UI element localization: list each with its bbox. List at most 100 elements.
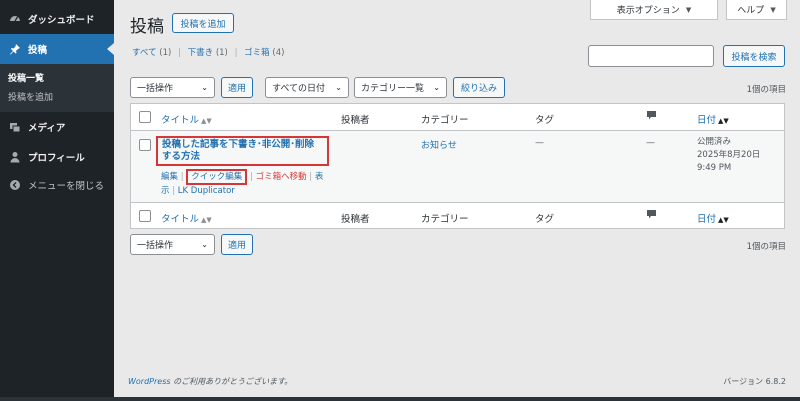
separator: | (234, 48, 238, 58)
tags-value: — (535, 138, 544, 148)
view-all-link[interactable]: すべて (132, 48, 157, 58)
column-category: カテゴリー (421, 115, 469, 126)
view-all-count: (1) (159, 48, 172, 58)
chevron-down-icon: ⌄ (433, 83, 440, 92)
sort-icon: ▲▼ (718, 117, 729, 125)
menu-media-label: メディア (28, 123, 66, 134)
wordpress-link[interactable]: WordPress (128, 377, 171, 386)
post-status: 公開済み (697, 137, 732, 147)
footer-thanks: WordPress のご利用ありがとうございます。 (128, 376, 292, 387)
table-row: 投稿した記事を下書き･非公開･削除する方法 編集 | クイック編集 | ゴミ箱へ… (131, 131, 784, 202)
chevron-down-icon: ⌄ (335, 83, 342, 92)
menu-media[interactable]: メディア (0, 112, 114, 142)
page-title: 投稿 (130, 17, 164, 37)
submenu-add-post[interactable]: 投稿を追加 (0, 87, 114, 106)
user-icon (8, 151, 21, 164)
category-filter-value: カテゴリー一覧 (361, 84, 425, 94)
category-filter-select[interactable]: カテゴリー一覧 ⌄ (354, 77, 447, 98)
bulk-action-value: 一括操作 (137, 241, 174, 251)
table-footer-row: タイトル ▲▼ 投稿者 カテゴリー タグ 日付 ▲▼ (131, 202, 784, 229)
view-trash-link[interactable]: ゴミ箱 (244, 48, 270, 58)
row-checkbox[interactable] (139, 139, 151, 151)
sort-icon: ▲▼ (201, 216, 212, 224)
help-label: ヘルプ (737, 6, 765, 16)
chevron-down-icon: ⌄ (201, 240, 208, 249)
column-date-footer[interactable]: 日付 ▲▼ (697, 211, 729, 225)
admin-sidebar: ダッシュボード 投稿 投稿一覧 投稿を追加 メディア プロフィール メニューを閉… (0, 0, 114, 397)
select-all-checkbox[interactable] (139, 111, 151, 123)
collapse-menu-label: メニューを閉じる (28, 181, 105, 192)
menu-posts[interactable]: 投稿 (0, 34, 114, 64)
date-filter-value: すべての日付 (272, 84, 326, 94)
items-count-bottom: 1個の項目 (746, 242, 786, 252)
posts-table: タイトル ▲▼ 投稿者 カテゴリー タグ 日付 ▲▼ 投稿した記事を下書き･非公開･… (130, 103, 785, 229)
column-category-footer: カテゴリー (421, 214, 469, 225)
sort-icon: ▲▼ (718, 216, 729, 224)
duplicator-link[interactable]: LK Duplicator (178, 186, 235, 196)
column-title[interactable]: タイトル ▲▼ (161, 112, 212, 126)
view-trash-count: (4) (272, 48, 285, 58)
add-new-post-button[interactable]: 投稿を追加 (172, 13, 234, 33)
search-posts-button[interactable]: 投稿を検索 (723, 45, 785, 67)
pushpin-icon (8, 43, 21, 56)
post-search-input[interactable] (588, 45, 714, 67)
bulk-action-select-bottom[interactable]: 一括操作 ⌄ (130, 234, 215, 255)
caret-down-icon: ▼ (770, 5, 776, 14)
column-date[interactable]: 日付 ▲▼ (697, 112, 729, 126)
dashboard-icon (8, 13, 21, 26)
column-author: 投稿者 (341, 115, 370, 126)
filter-button[interactable]: 絞り込み (453, 77, 505, 98)
footer-thanks-text: のご利用ありがとうございます。 (170, 377, 293, 386)
trash-link[interactable]: ゴミ箱へ移動 (256, 172, 307, 182)
menu-profile[interactable]: プロフィール (0, 142, 114, 172)
screen-options-label: 表示オプション (616, 6, 680, 16)
column-title-footer[interactable]: タイトル ▲▼ (161, 211, 212, 225)
bottom-strip (0, 397, 800, 401)
items-count: 1個の項目 (746, 85, 786, 95)
chevron-down-icon: ⌄ (201, 83, 208, 92)
collapse-arrow-icon (8, 179, 21, 192)
submenu-all-posts[interactable]: 投稿一覧 (0, 68, 114, 87)
caret-down-icon: ▼ (685, 5, 692, 14)
comments-value: — (646, 138, 655, 148)
post-title-link[interactable]: 投稿した記事を下書き･非公開･削除する方法 (156, 136, 329, 166)
category-link[interactable]: お知らせ (421, 138, 457, 151)
apply-button[interactable]: 適用 (221, 77, 253, 98)
column-tags: タグ (535, 115, 555, 126)
main-content: 表示オプション ▼ ヘルプ ▼ 投稿 投稿を追加 すべて (1) | 下書き (1)… (114, 0, 800, 397)
posts-submenu: 投稿一覧 投稿を追加 (0, 64, 114, 112)
separator: | (178, 48, 181, 58)
view-draft-link[interactable]: 下書き (188, 48, 214, 58)
column-author-footer: 投稿者 (341, 214, 370, 225)
bulk-action-value: 一括操作 (137, 84, 174, 94)
menu-dashboard-label: ダッシュボード (28, 15, 95, 26)
quick-edit-highlight: クイック編集 (186, 169, 248, 185)
post-date-value: 2025年8月20日 (697, 150, 761, 160)
apply-button-bottom[interactable]: 適用 (221, 234, 253, 255)
view-draft-count: (1) (215, 48, 228, 58)
screen-options-button[interactable]: 表示オプション ▼ (590, 0, 718, 20)
bulk-action-select[interactable]: 一括操作 ⌄ (130, 77, 215, 98)
comment-icon (646, 110, 657, 124)
collapse-menu-button[interactable]: メニューを閉じる (0, 172, 114, 198)
sort-icon: ▲▼ (201, 117, 212, 125)
row-actions: 編集 | クイック編集 | ゴミ箱へ移動 | 表示 | LK Duplicato… (161, 169, 331, 197)
date-filter-select[interactable]: すべての日付 ⌄ (265, 77, 349, 98)
quick-edit-link[interactable]: クイック編集 (191, 172, 242, 182)
column-tags-footer: タグ (535, 214, 555, 225)
table-header-row: タイトル ▲▼ 投稿者 カテゴリー タグ 日付 ▲▼ (131, 104, 784, 131)
media-icon (8, 121, 21, 134)
category-link-label: お知らせ (421, 141, 457, 151)
column-title-label: タイトル (161, 115, 200, 126)
edit-link[interactable]: 編集 (161, 172, 178, 182)
post-status-views: すべて (1) | 下書き (1) | ゴミ箱 (4) (132, 46, 284, 58)
help-button[interactable]: ヘルプ ▼ (726, 0, 787, 20)
column-date-label: 日付 (697, 115, 717, 126)
select-all-checkbox-bottom[interactable] (139, 210, 151, 222)
comment-icon (646, 209, 657, 223)
menu-profile-label: プロフィール (28, 153, 85, 164)
post-time: 9:49 PM (697, 163, 732, 173)
post-date: 公開済み 2025年8月20日 9:49 PM (697, 136, 760, 175)
menu-dashboard[interactable]: ダッシュボード (0, 4, 114, 34)
column-title-label: タイトル (161, 214, 200, 225)
